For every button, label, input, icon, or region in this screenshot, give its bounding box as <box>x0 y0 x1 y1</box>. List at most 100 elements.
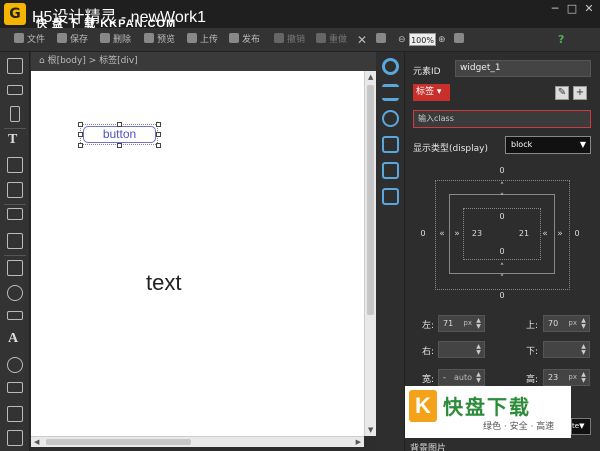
height-input[interactable]: 23 px ▲ ▼ <box>543 369 590 386</box>
chevron-up-icon[interactable]: ˄ <box>497 182 507 192</box>
scroll-right-icon[interactable]: ▶ <box>356 438 361 446</box>
margin-bottom-value[interactable]: 0 <box>495 291 509 300</box>
horizontal-scroll-thumb[interactable] <box>46 439 191 445</box>
spinner-icon[interactable]: ▲ ▼ <box>580 372 587 384</box>
resize-handle[interactable] <box>156 143 161 148</box>
cut-button[interactable]: ✕ <box>357 33 367 47</box>
checkbox-icon[interactable] <box>7 430 23 446</box>
form-icon[interactable] <box>7 260 23 276</box>
chevron-right-icon[interactable]: » <box>452 229 462 239</box>
preview-button[interactable]: 预览 <box>144 33 175 47</box>
text-widget[interactable]: text <box>146 270 181 296</box>
add-icon[interactable]: + <box>573 86 587 100</box>
vertical-scrollbar[interactable]: ▲ ▼ <box>364 71 376 436</box>
spinner-icon[interactable]: ▲ ▼ <box>580 318 587 330</box>
audio-icon[interactable] <box>7 233 23 249</box>
undo-button[interactable]: 撤销 <box>274 33 305 47</box>
left-input[interactable]: 71 px ▲ ▼ <box>438 315 485 332</box>
redo-button[interactable]: 重做 <box>316 33 347 47</box>
transform-icon[interactable] <box>382 136 399 153</box>
class-input[interactable]: 输入class <box>413 110 591 128</box>
globe-icon <box>229 33 239 43</box>
tag-dropdown[interactable]: 标签 ▾ <box>413 84 450 101</box>
publish-button[interactable]: 发布 <box>229 33 260 47</box>
horizontal-box-icon[interactable] <box>7 85 23 95</box>
padding-bottom-value[interactable]: 0 <box>495 247 509 256</box>
save-button[interactable]: 保存 <box>57 33 88 47</box>
minimize-button[interactable]: ─ <box>548 3 562 15</box>
layout-button[interactable] <box>376 33 389 47</box>
delete-button[interactable]: 删除 <box>100 33 131 47</box>
text-tool-icon[interactable]: T <box>8 132 17 148</box>
scroll-down-icon[interactable]: ▼ <box>368 426 373 434</box>
select-area-icon[interactable] <box>7 58 23 74</box>
video-icon[interactable] <box>7 208 23 220</box>
crop-button[interactable] <box>454 33 467 47</box>
spinner-icon[interactable]: ▲ ▼ <box>475 344 482 356</box>
button-widget-icon[interactable] <box>7 311 23 320</box>
upload-button[interactable]: 上传 <box>187 33 218 47</box>
button-widget[interactable]: button <box>83 126 156 143</box>
vertical-box-icon[interactable] <box>10 106 20 122</box>
width-input[interactable]: - auto ▲ ▼ <box>438 369 485 386</box>
resize-handle[interactable] <box>78 143 83 148</box>
design-canvas[interactable]: button text <box>31 71 364 436</box>
zoom-out-button[interactable]: ⊖ <box>398 33 406 47</box>
alarm-clock-icon[interactable] <box>382 110 399 127</box>
breadcrumb[interactable]: ⌂ 根[body] > 标签[div] <box>31 52 376 71</box>
resize-handle[interactable] <box>156 122 161 127</box>
horizontal-scrollbar[interactable]: ◀ ▶ <box>31 436 364 447</box>
resize-handle[interactable] <box>78 132 83 137</box>
display-value: block <box>511 140 533 149</box>
scroll-left-icon[interactable]: ◀ <box>34 438 39 446</box>
margin-top-value[interactable]: 0 <box>495 166 509 175</box>
padding-left-value[interactable]: 23 <box>470 229 484 238</box>
right-input[interactable]: ▲ ▼ <box>438 341 485 358</box>
bottom-input[interactable]: ▲ ▼ <box>543 341 590 358</box>
spinner-icon[interactable]: ▲ ▼ <box>580 344 587 356</box>
calendar-icon[interactable] <box>382 162 399 179</box>
help-button[interactable]: ? <box>558 33 564 47</box>
page-settings-icon[interactable] <box>382 188 399 205</box>
zoom-input[interactable]: 100% <box>409 33 436 46</box>
margin-left-value[interactable]: 0 <box>416 229 430 238</box>
radio-icon[interactable] <box>7 357 23 373</box>
image-icon[interactable] <box>7 182 23 198</box>
chevron-left-icon[interactable]: « <box>437 229 447 239</box>
close-button[interactable]: ✕ <box>582 3 596 15</box>
spinner-icon[interactable]: ▲ ▼ <box>475 372 482 384</box>
file-button[interactable]: 文件 <box>14 33 45 47</box>
chevron-left-icon[interactable]: « <box>540 229 550 239</box>
resize-handle[interactable] <box>117 122 122 127</box>
zoom-in-button[interactable]: ⊕ <box>438 33 446 47</box>
resize-handle[interactable] <box>117 143 122 148</box>
top-input[interactable]: 70 px ▲ ▼ <box>543 315 590 332</box>
input-widget-icon[interactable] <box>7 382 23 393</box>
edit-text-icon[interactable] <box>7 157 23 173</box>
style-select[interactable]: te▼ <box>571 418 591 435</box>
maximize-button[interactable]: □ <box>565 3 579 15</box>
undo-label: 撤销 <box>287 35 306 45</box>
resize-handle[interactable] <box>156 132 161 137</box>
element-id-input[interactable]: widget_1 <box>455 60 591 77</box>
padding-right-value[interactable]: 21 <box>517 229 531 238</box>
resize-handle[interactable] <box>78 122 83 127</box>
link-icon[interactable] <box>7 285 23 301</box>
padding-top-value[interactable]: 0 <box>495 212 509 221</box>
display-select[interactable]: block ▼ <box>505 136 591 154</box>
gear-icon[interactable] <box>382 58 399 75</box>
dropdown-widget-icon[interactable] <box>7 406 23 422</box>
spinner-icon[interactable]: ▲ ▼ <box>475 318 482 330</box>
chevron-down-icon[interactable]: ˅ <box>497 193 507 203</box>
chevron-right-icon[interactable]: » <box>555 229 565 239</box>
margin-right-value[interactable]: 0 <box>570 229 584 238</box>
publish-label: 发布 <box>242 35 261 45</box>
width-value: auto <box>453 373 472 382</box>
label-widget-icon[interactable]: A <box>8 331 18 347</box>
vertical-scroll-thumb[interactable] <box>367 85 374 315</box>
scroll-up-icon[interactable]: ▲ <box>368 73 373 81</box>
edit-icon[interactable]: ✎ <box>555 86 569 100</box>
list-icon[interactable] <box>382 84 399 101</box>
chevron-down-icon[interactable]: ˅ <box>497 274 507 284</box>
chevron-up-icon[interactable]: ˄ <box>497 263 507 273</box>
